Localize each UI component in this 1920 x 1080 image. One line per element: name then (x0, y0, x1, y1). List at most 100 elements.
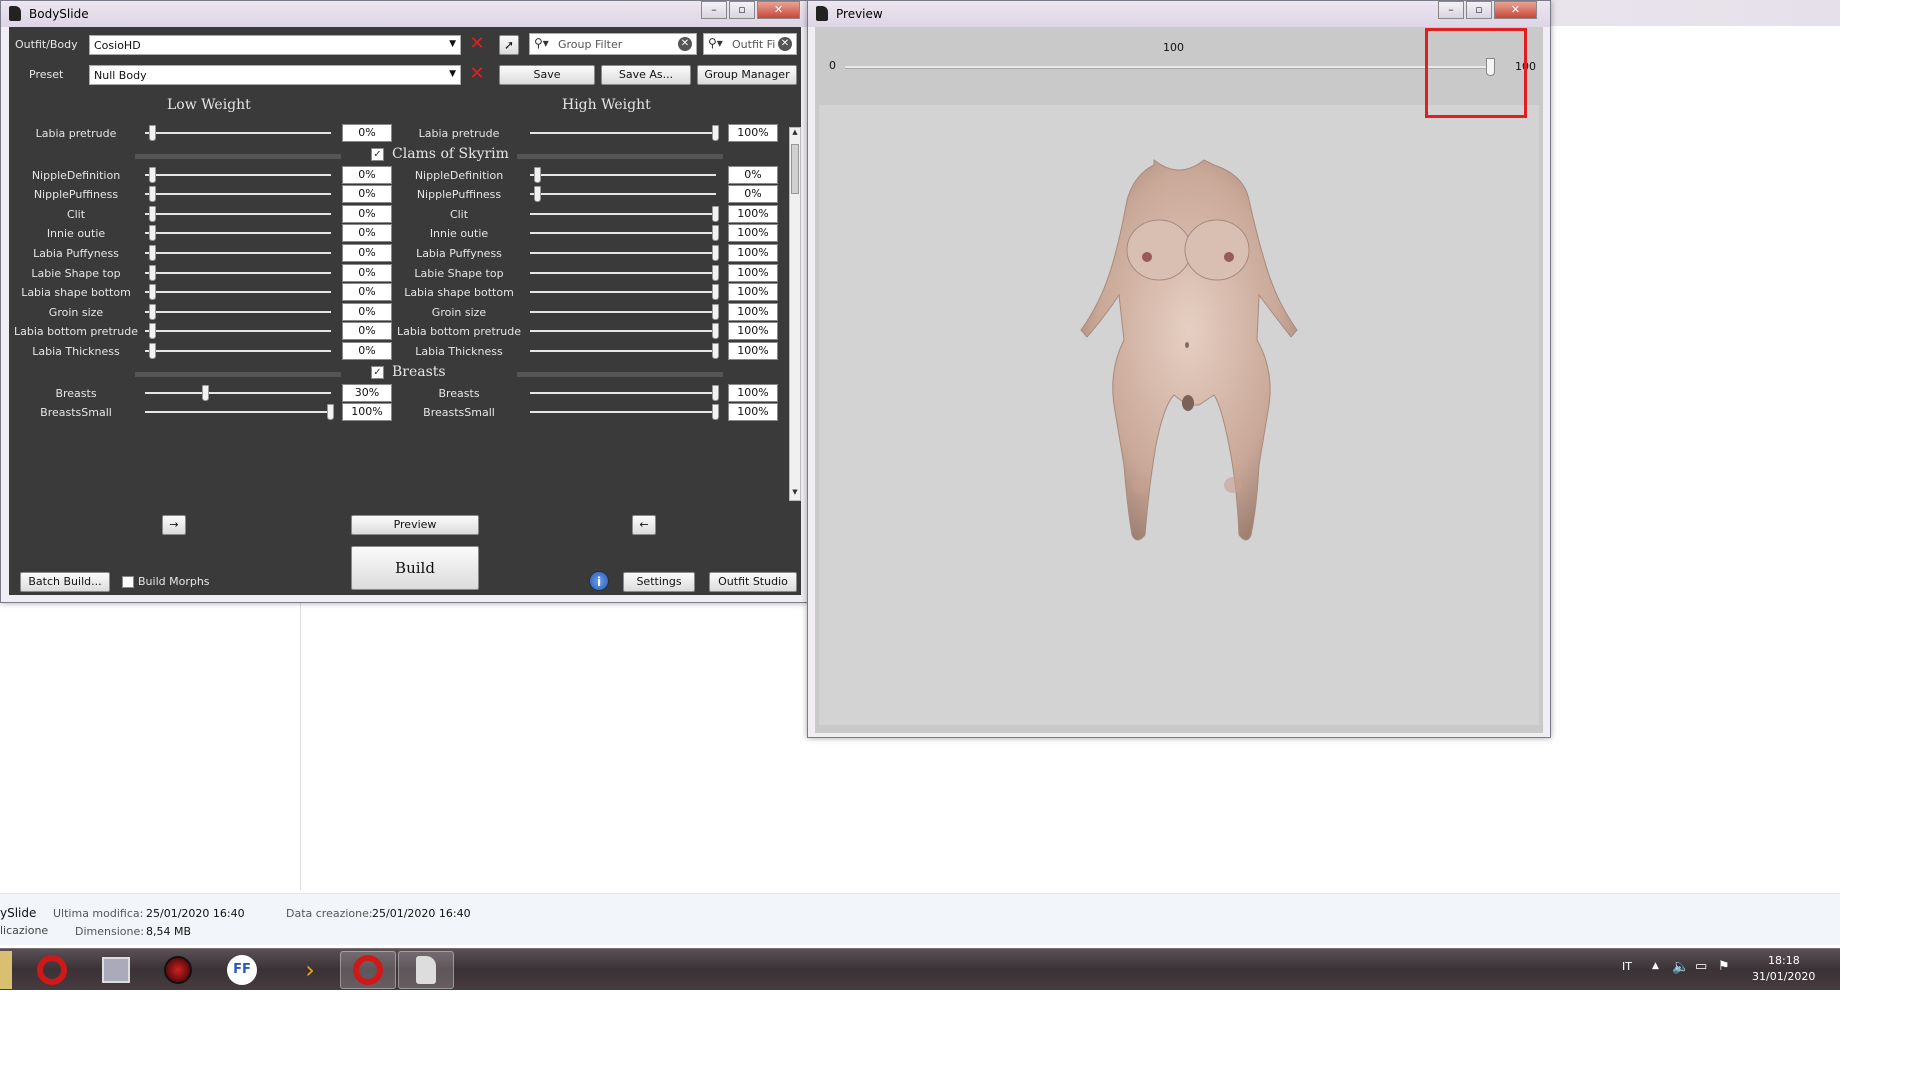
high-weight-slider[interactable] (530, 404, 719, 421)
app-window-icon[interactable] (88, 951, 144, 989)
chevron-app-icon[interactable]: › (282, 951, 338, 989)
low-value-field[interactable]: 0% (342, 244, 392, 262)
low-value-field[interactable]: 0% (342, 263, 392, 282)
slider-thumb[interactable] (149, 303, 156, 320)
minimize-button[interactable]: – (701, 1, 727, 19)
gear-app-icon[interactable] (150, 951, 206, 989)
preview-3d-viewport[interactable] (819, 105, 1539, 725)
slider-thumb[interactable] (712, 245, 719, 261)
build-button[interactable]: Build (351, 546, 479, 590)
slider-thumb[interactable] (712, 384, 719, 401)
high-value-field[interactable]: 100% (728, 244, 778, 262)
high-value-field[interactable]: 0% (728, 165, 778, 184)
tray-expand-icon[interactable]: ▲ (1652, 961, 1659, 971)
group-filter-input[interactable]: ⚲▾ Group Filter ✕ (529, 33, 697, 55)
high-value-field[interactable]: 100% (728, 302, 778, 321)
high-value-field[interactable]: 100% (728, 263, 778, 282)
slider-thumb[interactable] (149, 186, 156, 203)
slider-thumb[interactable] (712, 125, 719, 141)
bodyslide-taskbar-icon[interactable] (398, 951, 454, 989)
slider-thumb[interactable] (149, 284, 156, 301)
maximize-button[interactable]: ▫ (729, 1, 755, 19)
high-value-field[interactable]: 100% (728, 383, 778, 402)
low-value-field[interactable]: 0% (342, 283, 392, 302)
high-value-field[interactable]: 100% (728, 403, 778, 422)
low-weight-slider[interactable] (145, 404, 334, 421)
preview-minimize-button[interactable]: – (1438, 1, 1464, 19)
preview-button[interactable]: Preview (351, 515, 479, 535)
high-weight-slider[interactable] (530, 303, 719, 320)
low-weight-slider[interactable] (145, 166, 331, 183)
low-weight-slider[interactable] (145, 303, 331, 320)
slider-thumb[interactable] (712, 343, 719, 359)
high-weight-slider[interactable] (530, 186, 716, 203)
high-value-field[interactable]: 100% (728, 342, 778, 360)
high-value-field[interactable]: 100% (728, 204, 778, 223)
slider-thumb[interactable] (149, 323, 156, 340)
slider-thumb[interactable] (327, 404, 334, 421)
high-value-field[interactable]: 0% (728, 185, 778, 204)
outfit-filter-input[interactable]: ⚲▾ Outfit Fi ✕ (703, 33, 797, 55)
high-weight-slider[interactable] (530, 205, 719, 222)
flag-icon[interactable]: ⚑ (1718, 959, 1730, 974)
low-weight-slider[interactable] (145, 284, 331, 301)
slider-scrollbar[interactable]: ▲ ▼ (789, 127, 801, 501)
high-value-field[interactable]: 100% (728, 283, 778, 302)
slider-thumb[interactable] (149, 264, 156, 281)
save-button[interactable]: Save (499, 65, 595, 85)
slider-thumb[interactable] (149, 343, 156, 359)
build-morphs-checkbox[interactable] (122, 576, 134, 588)
bodyslide-titlebar[interactable]: BodySlide – ▫ ✕ (1, 1, 807, 27)
preview-maximize-button[interactable]: ▫ (1466, 1, 1492, 19)
slider-thumb[interactable] (149, 166, 156, 183)
ffdec-icon[interactable]: FF (214, 951, 270, 989)
network-icon[interactable]: ▭ (1695, 959, 1707, 974)
settings-button[interactable]: Settings (623, 572, 695, 592)
high-weight-slider[interactable] (530, 284, 719, 301)
low-weight-slider[interactable] (145, 384, 331, 401)
low-value-field[interactable]: 0% (342, 224, 392, 243)
preset-select[interactable]: Null Body ▼ (89, 65, 461, 85)
low-value-field[interactable]: 0% (342, 342, 392, 360)
low-weight-slider[interactable] (145, 225, 331, 242)
low-weight-slider[interactable] (145, 186, 331, 203)
outfit-select[interactable]: CosioHD ▼ (89, 35, 461, 55)
copy-right-button[interactable]: → (162, 515, 186, 535)
low-value-field[interactable]: 0% (342, 204, 392, 223)
high-value-field[interactable]: 100% (728, 322, 778, 341)
high-weight-slider[interactable] (530, 343, 719, 359)
low-weight-slider[interactable] (145, 264, 331, 281)
slider-thumb[interactable] (712, 323, 719, 340)
high-value-field[interactable]: 100% (728, 124, 778, 142)
clock-date[interactable]: 31/01/2020 (1752, 970, 1815, 983)
low-weight-slider[interactable] (145, 125, 331, 141)
low-weight-slider[interactable] (145, 245, 331, 261)
preview-close-button[interactable]: ✕ (1494, 1, 1537, 19)
low-value-field[interactable]: 0% (342, 185, 392, 204)
slider-thumb[interactable] (149, 205, 156, 222)
high-weight-slider[interactable] (530, 166, 716, 183)
slider-thumb[interactable] (712, 225, 719, 242)
outfit-pointer-button[interactable]: ➚ (499, 35, 519, 55)
high-weight-slider[interactable] (530, 125, 719, 141)
high-weight-slider[interactable] (530, 323, 719, 340)
slider-thumb[interactable] (712, 303, 719, 320)
volume-icon[interactable]: 🔈 (1672, 959, 1689, 975)
low-value-field[interactable]: 0% (342, 322, 392, 341)
group-checkbox[interactable]: ✓ (371, 147, 384, 161)
close-button[interactable]: ✕ (757, 1, 800, 19)
low-weight-slider[interactable] (145, 323, 331, 340)
copy-left-button[interactable]: ← (632, 515, 656, 535)
opera-active-icon[interactable] (340, 951, 396, 989)
slider-thumb[interactable] (712, 205, 719, 222)
slider-thumb[interactable] (712, 404, 719, 421)
high-weight-slider[interactable] (530, 384, 719, 401)
slider-thumb[interactable] (149, 225, 156, 242)
low-weight-slider[interactable] (145, 343, 331, 359)
clear-outfit-icon[interactable]: ✕ (467, 35, 487, 55)
high-weight-slider[interactable] (530, 225, 719, 242)
language-indicator[interactable]: IT (1622, 960, 1632, 973)
high-weight-slider[interactable] (530, 245, 719, 261)
low-value-field[interactable]: 0% (342, 124, 392, 142)
clock-time[interactable]: 18:18 (1768, 954, 1800, 967)
